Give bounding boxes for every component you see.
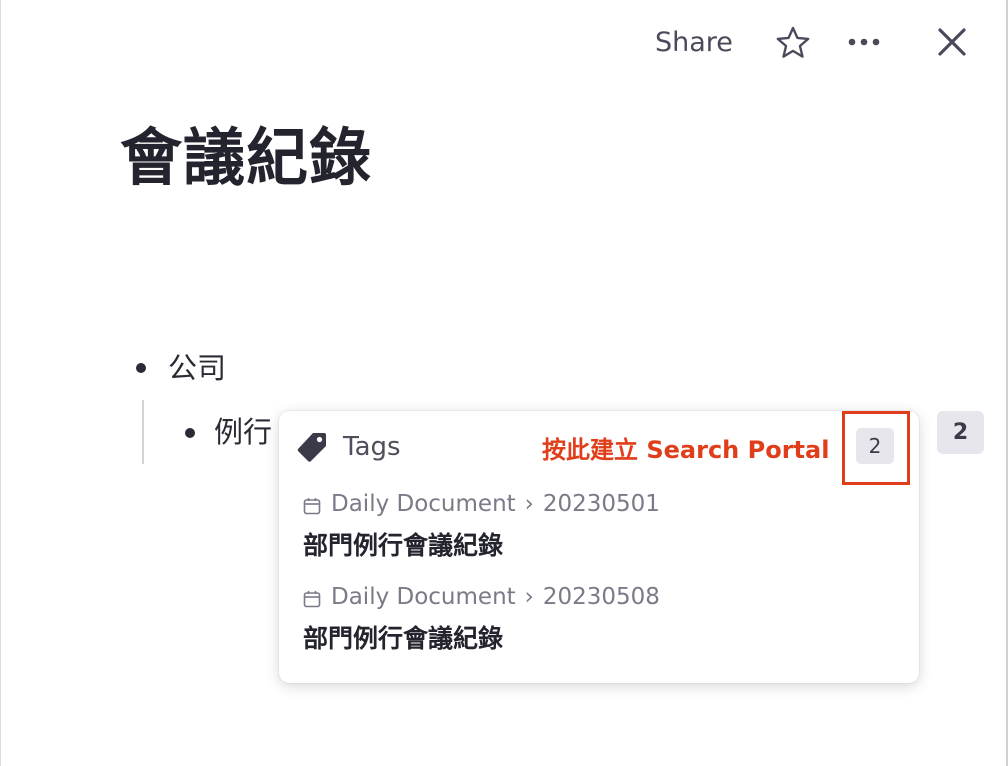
page-title[interactable]: 會議紀錄 — [120, 118, 372, 198]
breadcrumb-page[interactable]: 20230501 — [543, 491, 660, 517]
close-icon[interactable] — [936, 26, 968, 58]
search-result-item[interactable]: Daily Document › 20230508 部門例行會議紀錄 — [303, 582, 893, 656]
outline-item-2[interactable]: 例行 — [214, 413, 272, 451]
breadcrumb-parent[interactable]: Daily Document — [331, 584, 516, 610]
result-title[interactable]: 部門例行會議紀錄 — [303, 622, 893, 656]
calendar-icon — [303, 495, 321, 515]
breadcrumb: Daily Document › 20230501 — [303, 489, 893, 519]
bullet-point[interactable] — [136, 363, 146, 373]
breadcrumb-separator: › — [524, 491, 534, 517]
breadcrumb-separator: › — [524, 584, 534, 610]
outline-item-1[interactable]: 公司 — [168, 349, 226, 387]
more-horizontal-icon[interactable] — [846, 26, 884, 60]
search-result-item[interactable]: Daily Document › 20230501 部門例行會議紀錄 — [303, 489, 893, 563]
tag-icon — [297, 431, 327, 463]
share-button[interactable]: Share — [655, 26, 733, 60]
star-icon[interactable] — [774, 24, 812, 62]
reference-count-badge[interactable]: 2 — [937, 411, 984, 454]
tags-popover: Tags 按此建立 Search Portal 2 Daily Document… — [279, 411, 919, 683]
bullet-point[interactable] — [185, 428, 195, 438]
result-title[interactable]: 部門例行會議紀錄 — [303, 529, 893, 563]
breadcrumb-parent[interactable]: Daily Document — [331, 491, 516, 517]
tags-label: Tags — [343, 432, 401, 462]
search-portal-count-button[interactable]: 2 — [856, 428, 894, 464]
breadcrumb: Daily Document › 20230508 — [303, 582, 893, 612]
calendar-icon — [303, 588, 321, 608]
indent-guide — [142, 400, 144, 464]
window-left-border — [0, 0, 1, 766]
annotation-text: 按此建立 Search Portal — [542, 436, 830, 464]
breadcrumb-page[interactable]: 20230508 — [543, 584, 660, 610]
